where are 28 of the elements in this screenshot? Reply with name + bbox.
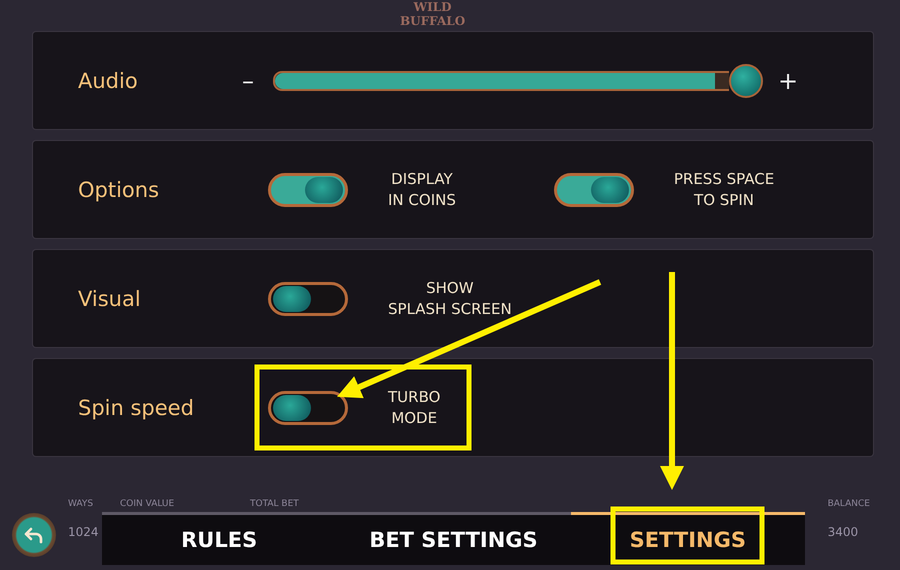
toggle-switch[interactable]	[554, 172, 634, 206]
section-label: Audio	[77, 68, 139, 92]
volume-slider[interactable]	[273, 70, 729, 90]
toggle-label: TURBO MODE	[388, 386, 440, 428]
toggle-label: DISPLAY IN COINS	[388, 168, 456, 210]
back-arrow-icon	[24, 525, 44, 545]
section-label: Spin speed	[77, 396, 195, 420]
stat-value: 1024	[68, 525, 100, 539]
toggle-label: PRESS SPACE TO SPIN	[674, 168, 774, 210]
toggle-switch[interactable]	[268, 390, 348, 424]
stat-label: COIN VALUE	[120, 499, 176, 509]
slider-thumb[interactable]	[729, 64, 763, 98]
minus-button[interactable]: –	[237, 66, 259, 94]
plus-button[interactable]: +	[777, 66, 799, 94]
section-label: Visual	[77, 286, 142, 310]
section-label: Options	[77, 178, 160, 202]
tab[interactable]: RULES	[102, 512, 336, 565]
game-logo: WILD BUFFALO	[400, 0, 466, 28]
stat-label: TOTAL BET	[250, 499, 299, 509]
tab[interactable]: BET SETTINGS	[336, 512, 571, 565]
stat-value: 3400	[828, 525, 860, 539]
toggle-switch[interactable]	[268, 282, 348, 316]
back-button[interactable]	[12, 513, 56, 557]
stat-label: BALANCE	[828, 499, 870, 509]
toggle-switch[interactable]	[268, 172, 348, 206]
stat-label: WAYS	[68, 499, 94, 509]
tab[interactable]: SETTINGS	[570, 512, 805, 565]
toggle-label: SHOW SPLASH SCREEN	[388, 278, 512, 320]
